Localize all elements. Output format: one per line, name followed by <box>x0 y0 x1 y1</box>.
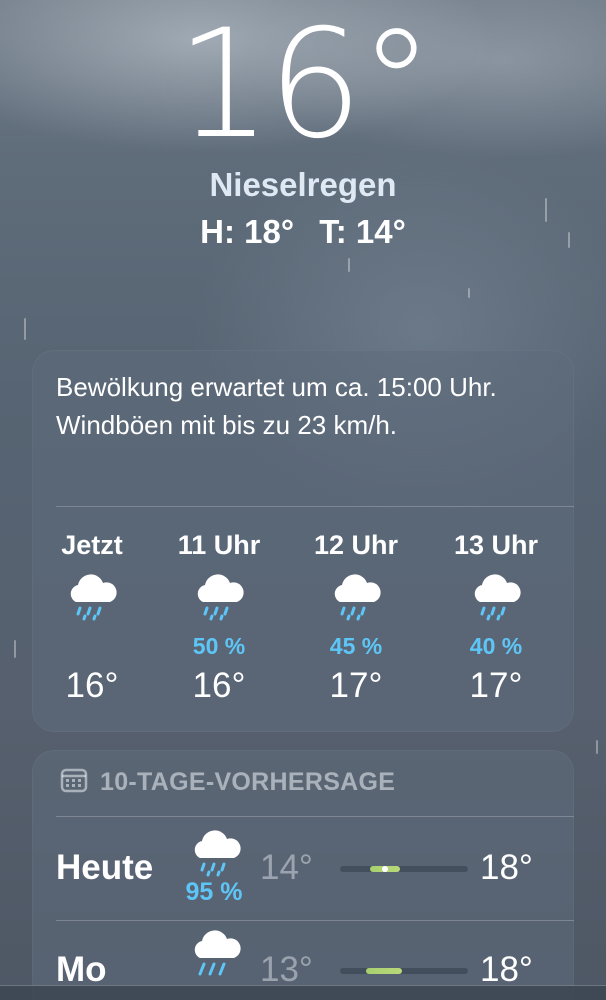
hour-temperature: 16° <box>65 666 119 705</box>
hour-temperature: 16° <box>192 666 246 705</box>
hour-label: 13 Uhr <box>453 530 539 560</box>
high-temperature: 18° <box>480 950 533 989</box>
precip-chance <box>32 632 152 662</box>
ten-day-forecast-card[interactable]: 10-TAGE-VORHERSAGE Heute 95 % 14° 18° Mo <box>32 750 574 1000</box>
low-temperature: 13° <box>260 950 313 989</box>
precip-chance: 40 % <box>469 633 523 659</box>
cloud-drizzle-icon <box>186 828 246 883</box>
low-temperature: 14° <box>260 848 313 887</box>
current-temperature-dot <box>382 866 388 872</box>
calendar-icon <box>60 767 88 798</box>
cloud-drizzle-icon <box>296 572 416 632</box>
hour-temperature: 17° <box>469 666 523 705</box>
day-name: Heute <box>56 848 154 887</box>
current-temperature: 16° <box>176 0 434 172</box>
cloud-drizzle-icon <box>159 572 279 632</box>
temperature-range-fill <box>366 968 402 974</box>
card-header: 10-TAGE-VORHERSAGE <box>60 766 395 798</box>
low-temperature: T: 14° <box>319 213 406 250</box>
bottom-toolbar[interactable] <box>0 985 606 1000</box>
divider <box>56 816 574 817</box>
precip-chance: 45 % <box>329 633 383 659</box>
card-header-label: 10-TAGE-VORHERSAGE <box>100 767 396 796</box>
temperature-range-bar <box>340 968 468 974</box>
hour-label: 11 Uhr <box>177 530 261 560</box>
hour-item-13[interactable]: 13 Uhr 40 % 17° <box>436 528 556 706</box>
hourly-forecast-card[interactable]: Bewölkung erwartet um ca. 15:00 Uhr. Win… <box>32 350 574 732</box>
current-condition: Nieselregen <box>209 166 397 203</box>
hour-item-12[interactable]: 12 Uhr 45 % 17° <box>296 528 416 706</box>
cloud-drizzle-icon <box>32 572 152 632</box>
hour-label: 12 Uhr <box>313 530 399 560</box>
high-temperature: 18° <box>480 848 533 887</box>
high-low: H: 18° T: 14° <box>0 212 606 252</box>
hour-item-11[interactable]: 11 Uhr 50 % 16° <box>159 528 279 706</box>
temperature-range-bar <box>340 866 468 872</box>
high-temperature: H: 18° <box>200 213 295 250</box>
precip-chance: 95 % <box>185 878 243 906</box>
cloud-rain-icon <box>186 928 246 983</box>
weather-summary: Bewölkung erwartet um ca. 15:00 Uhr. Win… <box>56 372 497 440</box>
cloud-drizzle-icon <box>436 572 556 632</box>
precip-chance: 50 % <box>192 633 246 659</box>
day-name: Mo <box>56 950 107 989</box>
hour-label: Jetzt <box>61 530 123 560</box>
forecast-row-today[interactable]: Heute 95 % 14° 18° <box>32 820 574 920</box>
hour-item-now[interactable]: Jetzt 16° <box>32 528 152 706</box>
hour-temperature: 17° <box>329 666 383 705</box>
divider <box>56 920 574 921</box>
divider <box>56 506 574 507</box>
